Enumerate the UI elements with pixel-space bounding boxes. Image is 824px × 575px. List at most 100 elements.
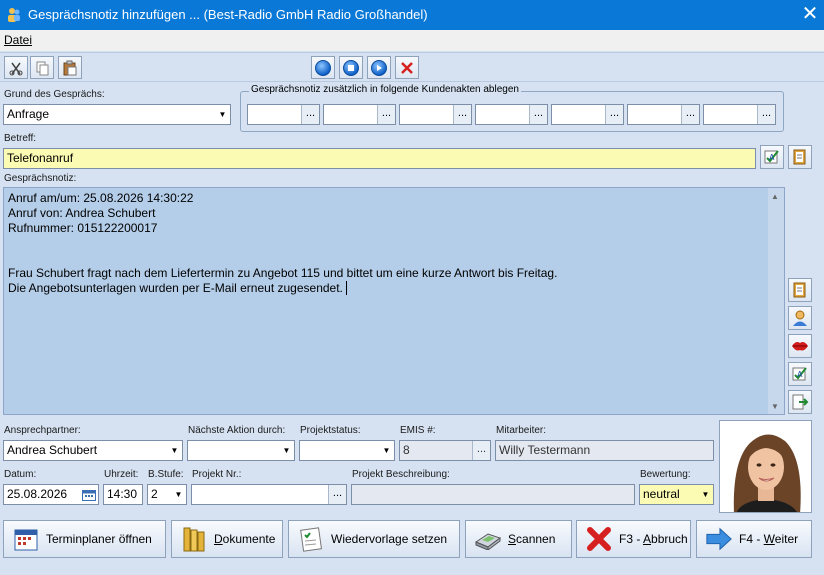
close-icon[interactable]: ✕ bbox=[796, 1, 824, 29]
datum-label: Datum: bbox=[4, 469, 37, 480]
record-icon[interactable] bbox=[311, 56, 335, 79]
contact-photo bbox=[719, 420, 812, 513]
chevron-down-icon: ▼ bbox=[379, 441, 394, 460]
kundenakten-title: Gesprächsnotiz zusätzlich in folgende Ku… bbox=[249, 84, 521, 95]
kundenakte-field-4[interactable]: ... bbox=[475, 104, 548, 125]
grund-select[interactable]: Anfrage ▼ bbox=[3, 104, 231, 125]
cancel-x-icon bbox=[585, 525, 613, 553]
dokumente-rest: okumente bbox=[222, 532, 276, 546]
export-icon[interactable] bbox=[788, 390, 812, 414]
toolbar bbox=[0, 52, 824, 82]
scannen-label: Scannen bbox=[508, 532, 555, 546]
scissors-icon[interactable] bbox=[4, 56, 28, 79]
menu-datei[interactable]: Datei bbox=[4, 33, 32, 47]
scannen-rest: cannen bbox=[516, 532, 556, 546]
projekt-beschreibung-field bbox=[351, 484, 635, 505]
browse-button[interactable]: ... bbox=[453, 105, 471, 124]
app-icon bbox=[8, 8, 20, 22]
calendar-icon bbox=[12, 525, 40, 553]
kundenakte-field-2[interactable]: ... bbox=[323, 104, 396, 125]
browse-button[interactable]: ... bbox=[605, 105, 623, 124]
chevron-down-icon: ▼ bbox=[171, 485, 186, 504]
emis-label: EMIS #: bbox=[400, 425, 436, 436]
reminder-icon bbox=[297, 525, 325, 553]
ansprechpartner-select[interactable]: Andrea Schubert ▼ bbox=[3, 440, 183, 461]
scannen-accel: S bbox=[508, 532, 517, 546]
stop-icon[interactable] bbox=[339, 56, 363, 79]
kundenakte-field-1[interactable]: ... bbox=[247, 104, 320, 125]
wiedervorlage-label: Wiedervorlage setzen bbox=[331, 532, 448, 546]
weiter-button[interactable]: F4 - Weiter bbox=[696, 520, 812, 558]
browse-button[interactable]: ... bbox=[301, 105, 319, 124]
notiz-label: Gesprächsnotiz: bbox=[4, 173, 77, 184]
kundenakte-field-7[interactable]: ... bbox=[703, 104, 776, 125]
menu-bar: Datei bbox=[0, 30, 824, 51]
naechste-aktion-select[interactable]: ▼ bbox=[187, 440, 295, 461]
weiter-rest: eiter bbox=[774, 532, 799, 546]
dokumente-accel: D bbox=[214, 532, 223, 546]
terminplaner-button[interactable]: Terminplaner öffnen bbox=[3, 520, 166, 558]
bewertung-value: neutral bbox=[643, 487, 680, 501]
arrow-right-icon bbox=[705, 525, 733, 553]
scannen-button[interactable]: Scannen bbox=[465, 520, 572, 558]
uhrzeit-label: Uhrzeit: bbox=[104, 469, 139, 480]
play-icon[interactable] bbox=[367, 56, 391, 79]
scroll-up-icon[interactable]: ▲ bbox=[771, 192, 779, 201]
ansprechpartner-value: Andrea Schubert bbox=[7, 443, 98, 457]
projekt-beschreibung-label: Projekt Beschreibung: bbox=[352, 469, 450, 480]
mitarbeiter-field: Willy Testermann bbox=[495, 440, 714, 461]
bewertung-select[interactable]: neutral ▼ bbox=[639, 484, 714, 505]
person-icon[interactable] bbox=[788, 306, 812, 330]
mitarbeiter-label: Mitarbeiter: bbox=[496, 425, 547, 436]
dokumente-label: Dokumente bbox=[214, 532, 275, 546]
browse-button[interactable]: ... bbox=[529, 105, 547, 124]
datum-field[interactable]: 25.08.2026 bbox=[3, 484, 99, 505]
notiz-scrollbar[interactable]: ▲ ▼ bbox=[768, 188, 784, 414]
projektstatus-select[interactable]: ▼ bbox=[299, 440, 395, 461]
svg-text:A: A bbox=[769, 153, 775, 162]
browse-button[interactable]: ... bbox=[377, 105, 395, 124]
abbruch-rest: bbruch bbox=[651, 532, 688, 546]
notiz-textarea[interactable]: Anruf am/um: 25.08.2026 14:30:22 Anruf v… bbox=[3, 187, 785, 415]
browse-button[interactable]: ... bbox=[681, 105, 699, 124]
chevron-down-icon: ▼ bbox=[215, 105, 230, 124]
textblock-icon[interactable] bbox=[788, 278, 812, 302]
kundenakte-field-6[interactable]: ... bbox=[627, 104, 700, 125]
paste-icon[interactable] bbox=[58, 56, 82, 79]
abbruch-prefix: F3 - bbox=[619, 532, 644, 546]
spellcheck-icon[interactable]: A bbox=[760, 145, 784, 169]
browse-button[interactable]: ... bbox=[472, 441, 490, 460]
abbruch-label: F3 - Abbruch bbox=[619, 532, 688, 546]
projektstatus-label: Projektstatus: bbox=[300, 425, 361, 436]
wiedervorlage-button[interactable]: Wiedervorlage setzen bbox=[288, 520, 460, 558]
browse-button[interactable]: ... bbox=[328, 485, 346, 504]
spellcheck-icon[interactable]: A bbox=[788, 362, 812, 386]
bstufe-select[interactable]: 2 ▼ bbox=[147, 484, 187, 505]
bstufe-label: B.Stufe: bbox=[148, 469, 184, 480]
browse-button[interactable]: ... bbox=[757, 105, 775, 124]
window-title: Gesprächsnotiz hinzufügen ... (Best-Radi… bbox=[28, 7, 428, 22]
bstufe-value: 2 bbox=[151, 487, 158, 501]
weiter-accel: W bbox=[763, 532, 775, 546]
scanner-icon bbox=[474, 525, 502, 553]
uhrzeit-field[interactable]: 14:30 bbox=[103, 484, 143, 505]
dokumente-button[interactable]: Dokumente bbox=[171, 520, 283, 558]
abbruch-button[interactable]: F3 - Abbruch bbox=[576, 520, 691, 558]
scroll-down-icon[interactable]: ▼ bbox=[771, 402, 779, 411]
projekt-nr-field[interactable]: ... bbox=[191, 484, 347, 505]
kundenakten-group: Gesprächsnotiz zusätzlich in folgende Ku… bbox=[240, 84, 784, 132]
datum-value: 25.08.2026 bbox=[7, 487, 68, 501]
weiter-label: F4 - Weiter bbox=[739, 532, 798, 546]
delete-x-icon[interactable] bbox=[395, 56, 419, 79]
kundenakte-field-3[interactable]: ... bbox=[399, 104, 472, 125]
kundenakte-field-5[interactable]: ... bbox=[551, 104, 624, 125]
chevron-down-icon: ▼ bbox=[698, 485, 713, 504]
betreff-input[interactable]: Telefonanruf bbox=[3, 148, 756, 169]
textblock-icon[interactable] bbox=[788, 145, 812, 169]
title-bar: Gesprächsnotiz hinzufügen ... (Best-Radi… bbox=[0, 0, 824, 30]
weiter-prefix: F4 - bbox=[739, 532, 764, 546]
calendar-icon[interactable] bbox=[80, 485, 98, 504]
copy-icon[interactable] bbox=[30, 56, 54, 79]
emis-field[interactable]: 8 ... bbox=[399, 440, 491, 461]
lips-icon[interactable] bbox=[788, 334, 812, 358]
